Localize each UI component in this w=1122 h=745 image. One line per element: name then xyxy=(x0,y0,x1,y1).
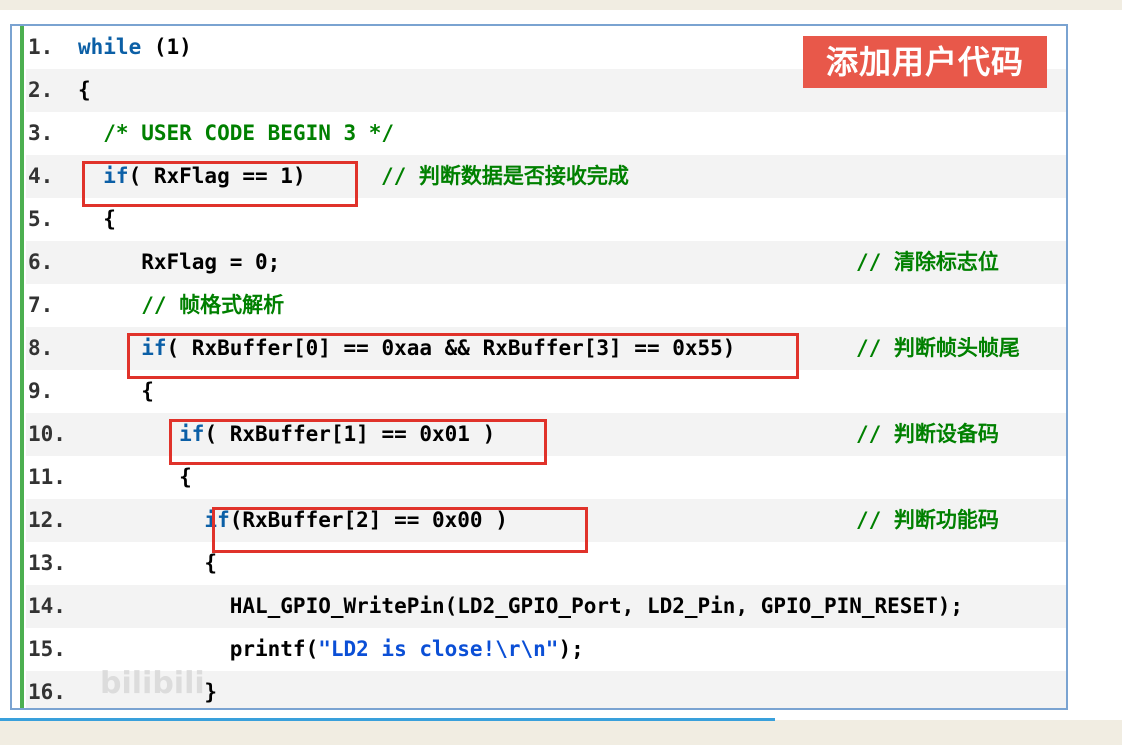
line-number: 13. xyxy=(28,551,66,575)
line-number: 2. xyxy=(28,78,54,102)
line-number: 3. xyxy=(28,121,54,145)
code-token: ); xyxy=(558,637,584,661)
line-number: 12. xyxy=(28,508,66,532)
highlight-box-function-code xyxy=(212,507,588,553)
code-token: // 帧格式解析 xyxy=(78,293,285,317)
line-number: 10. xyxy=(28,422,66,446)
line-number: 9. xyxy=(28,379,54,403)
code-token: if xyxy=(78,508,230,532)
line-comment: // 判断功能码 xyxy=(856,508,999,532)
code-line: 14. HAL_GPIO_WritePin(LD2_GPIO_Port, LD2… xyxy=(26,585,1066,628)
code-line: 7. // 帧格式解析 xyxy=(26,284,1066,327)
line-number: 14. xyxy=(28,594,66,618)
line-comment: // 判断帧头帧尾 xyxy=(856,336,1020,360)
code-line: 6. RxFlag = 0; // 清除标志位 xyxy=(26,241,1066,284)
gutter-bar xyxy=(20,26,24,708)
code-token: { xyxy=(78,379,154,403)
line-number: 4. xyxy=(28,164,54,188)
code-token: "LD2 is close!\r\n" xyxy=(318,637,559,661)
code-token: HAL_GPIO_WritePin(LD2_GPIO_Port, LD2_Pin… xyxy=(78,594,964,618)
highlight-box-frame-check xyxy=(127,333,799,379)
code-token: while xyxy=(78,35,142,59)
line-comment: // 判断设备码 xyxy=(856,422,999,446)
code-token: (1) xyxy=(141,35,192,59)
code-panel: 1. while (1) 2. {3. /* USER CODE BEGIN 3 */… xyxy=(10,24,1068,710)
top-band xyxy=(0,0,1122,10)
line-comment: // 清除标志位 xyxy=(856,250,999,274)
line-number: 1. xyxy=(28,35,54,59)
slide: 1. while (1) 2. {3. /* USER CODE BEGIN 3 */… xyxy=(0,10,1122,720)
code-token: printf( xyxy=(78,637,319,661)
line-number: 6. xyxy=(28,250,54,274)
line-number: 7. xyxy=(28,293,54,317)
badge-add-user-code: 添加用户代码 xyxy=(803,36,1047,88)
code-line: 15. printf("LD2 is close!\r\n"); xyxy=(26,628,1066,671)
line-comment: // 判断数据是否接收完成 xyxy=(381,164,629,188)
code-token: { xyxy=(78,465,192,489)
line-number: 11. xyxy=(28,465,66,489)
watermark: bilibili xyxy=(100,666,205,701)
code-token: /* USER CODE BEGIN 3 */ xyxy=(78,121,395,145)
line-number: 15. xyxy=(28,637,66,661)
code-token: { xyxy=(78,78,91,102)
code-line: 3. /* USER CODE BEGIN 3 */ xyxy=(26,112,1066,155)
line-number: 8. xyxy=(28,336,54,360)
highlight-box-device-code xyxy=(169,419,547,465)
bottom-line xyxy=(0,718,775,721)
line-number: 16. xyxy=(28,680,66,704)
line-number: 5. xyxy=(28,207,54,231)
code-token: { xyxy=(78,551,218,575)
code-token: RxFlag = 0; xyxy=(78,250,281,274)
highlight-box-rxflag xyxy=(82,161,358,207)
code-token: { xyxy=(78,207,116,231)
